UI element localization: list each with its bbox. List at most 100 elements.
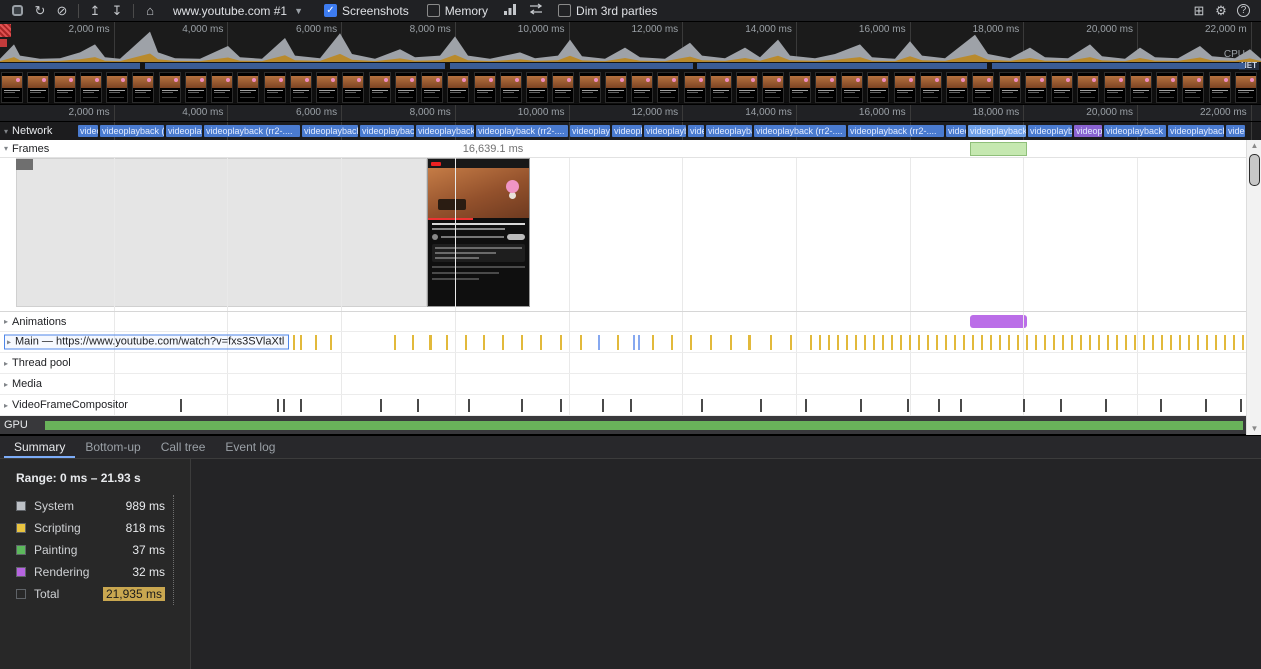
frame-block[interactable] (970, 142, 1027, 156)
main-thread-event-tick[interactable] (1215, 335, 1217, 350)
network-request-bar[interactable]: videoplayback (rr2-.... (476, 125, 568, 137)
filmstrip-thumbnail[interactable] (1156, 72, 1178, 103)
track-animations-header[interactable]: ▸ Animations (4, 316, 66, 328)
main-thread-event-tick[interactable] (652, 335, 654, 350)
main-thread-event-tick[interactable] (1206, 335, 1208, 350)
filmstrip-thumbnail[interactable] (421, 72, 443, 103)
main-thread-event-tick[interactable] (1035, 335, 1037, 350)
filmstrip-thumbnail[interactable] (474, 72, 496, 103)
main-thread-event-tick[interactable] (429, 335, 432, 350)
compositor-event-tick[interactable] (560, 399, 562, 412)
main-thread-event-tick[interactable] (1143, 335, 1145, 350)
main-thread-event-tick[interactable] (1224, 335, 1226, 350)
main-thread-event-tick[interactable] (748, 335, 751, 350)
main-thread-event-tick[interactable] (846, 335, 848, 350)
page-selector[interactable]: www.youtube.com #1 ▼ (173, 4, 303, 18)
main-thread-event-tick[interactable] (882, 335, 884, 350)
track-network-header[interactable]: ▾ Network (4, 125, 52, 137)
compositor-event-tick[interactable] (602, 399, 604, 412)
main-thread-event-tick[interactable] (394, 335, 396, 350)
track-main-header[interactable]: ▸ Main — https://www.youtube.com/watch?v… (4, 335, 289, 350)
main-thread-event-tick[interactable] (502, 335, 504, 350)
main-thread-event-tick[interactable] (1062, 335, 1064, 350)
main-thread-event-tick[interactable] (837, 335, 839, 350)
network-request-bar[interactable]: videoplayback (rr2-.... (416, 125, 474, 137)
main-thread-event-tick[interactable] (873, 335, 875, 350)
scroll-down-icon[interactable]: ▼ (1247, 423, 1261, 435)
filmstrip-thumbnail[interactable] (447, 72, 469, 103)
network-request-bar[interactable]: videoplayback (rr2-.... (754, 125, 846, 137)
compositor-event-tick[interactable] (760, 399, 762, 412)
filmstrip-thumbnail[interactable] (1, 72, 23, 103)
network-request-bar[interactable]: videoplayback (rr2-.... (166, 125, 202, 137)
gear-icon[interactable]: ⚙ (1210, 1, 1232, 21)
network-request-bar[interactable]: videoplayback (rr2-.... (100, 125, 164, 137)
filmstrip-thumbnail[interactable] (369, 72, 391, 103)
filmstrip-thumbnail[interactable] (1235, 72, 1257, 103)
main-thread-event-tick[interactable] (1152, 335, 1154, 350)
main-thread-event-tick[interactable] (330, 335, 332, 350)
filmstrip-thumbnail[interactable] (999, 72, 1021, 103)
dim-third-parties-toggle[interactable]: Dim 3rd parties (558, 4, 657, 18)
main-thread-event-tick[interactable] (1071, 335, 1073, 350)
main-thread-event-tick[interactable] (855, 335, 857, 350)
main-thread-event-tick[interactable] (972, 335, 974, 350)
filmstrip-thumbnail[interactable] (211, 72, 233, 103)
track-vfc-header[interactable]: ▸ VideoFrameCompositor (4, 399, 128, 411)
main-thread-event-tick[interactable] (617, 335, 619, 350)
filmstrip-thumbnail[interactable] (1104, 72, 1126, 103)
main-thread-event-tick[interactable] (690, 335, 692, 350)
main-thread-event-tick[interactable] (1188, 335, 1190, 350)
clear-icon[interactable]: ⊘ (51, 1, 73, 21)
save-profile-icon[interactable]: ↧ (106, 1, 128, 21)
track-gpu-header[interactable]: GPU (4, 419, 28, 431)
filmstrip-thumbnail[interactable] (579, 72, 601, 103)
compositor-event-tick[interactable] (417, 399, 419, 412)
main-thread-event-tick[interactable] (580, 335, 582, 350)
filmstrip-thumbnail[interactable] (395, 72, 417, 103)
compositor-event-tick[interactable] (380, 399, 382, 412)
disclosure-triangle-icon[interactable]: ▸ (4, 401, 8, 410)
main-thread-event-tick[interactable] (1053, 335, 1055, 350)
main-thread-event-tick[interactable] (1242, 335, 1244, 350)
track-frames-header[interactable]: ▾ Frames (4, 143, 49, 155)
compositor-event-tick[interactable] (277, 399, 279, 412)
compositor-event-tick[interactable] (860, 399, 862, 412)
filmstrip-thumbnail[interactable] (1077, 72, 1099, 103)
main-thread-event-tick[interactable] (810, 335, 812, 350)
track-main-selection-box[interactable]: ▸ Main — https://www.youtube.com/watch?v… (4, 335, 289, 350)
record-icon[interactable] (12, 5, 23, 16)
main-thread-event-tick[interactable] (891, 335, 893, 350)
vertical-scrollbar[interactable]: ▲ ▼ (1246, 140, 1261, 435)
main-thread-event-tick[interactable] (1008, 335, 1010, 350)
load-profile-icon[interactable]: ↥ (84, 1, 106, 21)
main-thread-event-tick[interactable] (909, 335, 911, 350)
main-thread-event-tick[interactable] (819, 335, 821, 350)
disclosure-triangle-icon[interactable]: ▸ (4, 317, 8, 326)
main-thread-event-tick[interactable] (1017, 335, 1019, 350)
filmstrip-thumbnail[interactable] (657, 72, 679, 103)
track-media-header[interactable]: ▸ Media (4, 378, 42, 390)
filmstrip-thumbnail[interactable] (841, 72, 863, 103)
main-thread-event-tick[interactable] (1134, 335, 1136, 350)
network-request-bar[interactable]: videoplayback (rr2-.... (946, 125, 966, 137)
filmstrip-thumbnail[interactable] (27, 72, 49, 103)
main-thread-event-tick[interactable] (981, 335, 983, 350)
main-thread-event-tick[interactable] (945, 335, 947, 350)
main-thread-event-tick[interactable] (730, 335, 732, 350)
network-request-bar[interactable]: videoplayback (rr2-.... (1168, 125, 1224, 137)
network-request-bar[interactable]: videoplayback (rr2-.... (688, 125, 704, 137)
filmstrip-thumbnail[interactable] (526, 72, 548, 103)
main-thread-event-tick[interactable] (900, 335, 902, 350)
network-request-bar[interactable]: videoplayback (rr2-.... (848, 125, 944, 137)
main-thread-event-tick[interactable] (1080, 335, 1082, 350)
main-thread-event-tick[interactable] (483, 335, 485, 350)
main-thread-event-tick[interactable] (918, 335, 920, 350)
main-thread-event-tick[interactable] (864, 335, 866, 350)
record-reload-icon[interactable]: ↻ (29, 1, 51, 21)
scrollbar-thumb[interactable] (1249, 154, 1260, 186)
tab-call-tree[interactable]: Call tree (151, 436, 216, 458)
disclosure-triangle-icon[interactable]: ▾ (4, 127, 8, 136)
network-request-bar[interactable]: videoplayback (rr2-.... (968, 125, 1026, 137)
compositor-event-tick[interactable] (468, 399, 470, 412)
